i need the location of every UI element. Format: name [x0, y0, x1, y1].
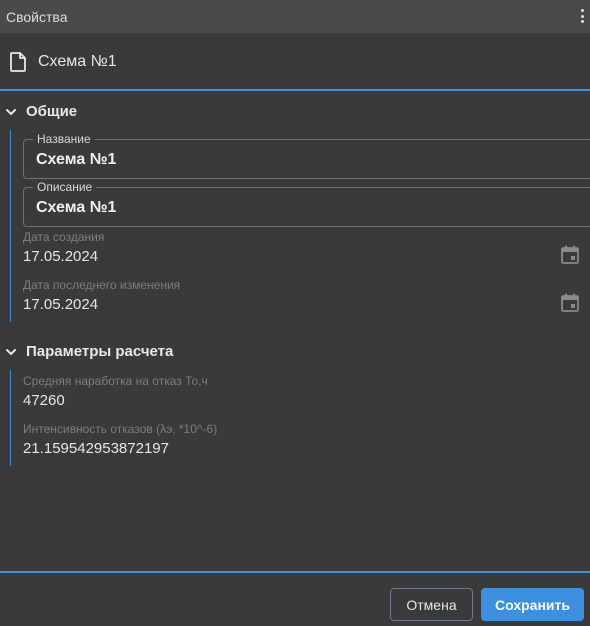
file-icon	[10, 52, 26, 72]
failure-rate-value: 21.159542953872197	[23, 440, 169, 457]
section-calc-toggle[interactable]: Параметры расчета	[0, 340, 260, 364]
created-date-value[interactable]: 17.05.2024	[23, 248, 98, 265]
description-field-label: Описание	[33, 179, 97, 195]
chevron-down-icon	[6, 109, 16, 115]
footer-divider	[0, 571, 590, 573]
description-input[interactable]	[36, 197, 576, 219]
created-date-label: Дата создания	[23, 230, 105, 244]
panel-titlebar: Свойства	[0, 0, 590, 33]
name-input[interactable]	[36, 149, 576, 171]
failure-rate-label: Интенсивность отказов (λэ, *10^-6)	[23, 422, 218, 436]
section-general-toggle[interactable]: Общие	[0, 100, 200, 124]
name-field: Название	[23, 131, 590, 179]
section-general-rail	[10, 130, 11, 322]
section-general-title: Общие	[26, 103, 78, 120]
modified-date-value[interactable]: 17.05.2024	[23, 296, 98, 313]
calendar-icon[interactable]	[561, 245, 579, 264]
header-divider	[0, 89, 590, 91]
cancel-button[interactable]: Отмена	[390, 588, 473, 621]
calendar-icon[interactable]	[561, 293, 579, 312]
section-calc-title: Параметры расчета	[26, 343, 174, 360]
save-button[interactable]: Сохранить	[481, 588, 584, 621]
section-calc-rail	[10, 370, 11, 466]
panel-title: Свойства	[6, 8, 68, 25]
description-field: Описание	[23, 179, 590, 227]
mtbf-value: 47260	[23, 392, 65, 409]
document-name: Схема №1	[38, 53, 117, 70]
kebab-menu-icon[interactable]	[580, 9, 584, 23]
modified-date-label: Дата последнего изменения	[23, 278, 181, 292]
name-field-label: Название	[33, 131, 95, 147]
mtbf-label: Средняя наработка на отказ То,ч	[23, 374, 208, 388]
chevron-down-icon	[6, 349, 16, 355]
document-header: Схема №1	[0, 33, 590, 90]
